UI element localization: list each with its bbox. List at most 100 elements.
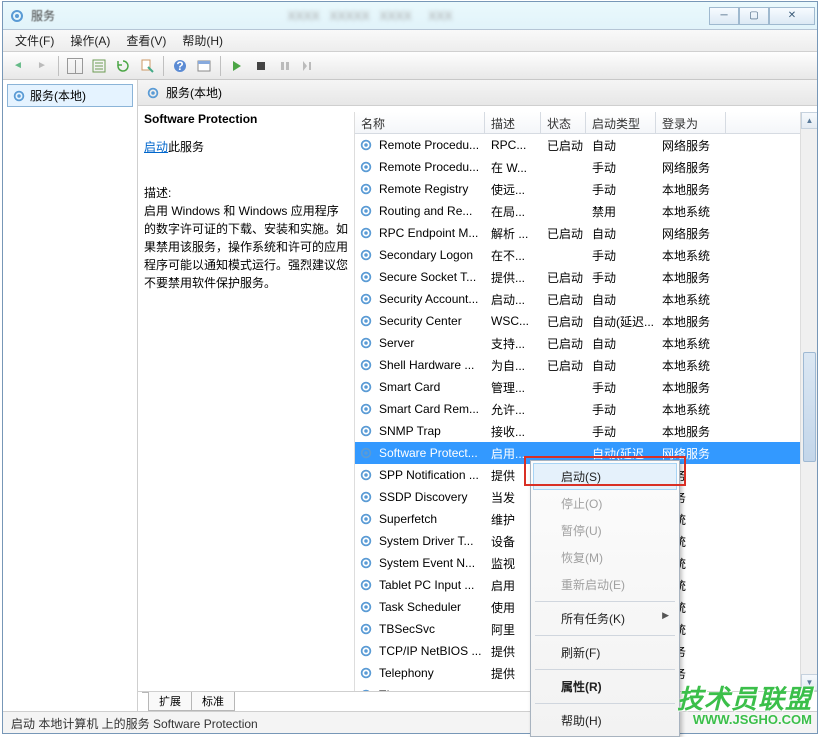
start-service-link[interactable]: 启动 bbox=[144, 140, 168, 154]
close-button[interactable]: ✕ bbox=[769, 7, 815, 25]
cell-logon: 本地系统 bbox=[658, 357, 728, 374]
service-row[interactable]: Routing and Re...在局...禁用本地系统 bbox=[355, 200, 817, 222]
col-status[interactable]: 状态 bbox=[541, 112, 586, 133]
start-service-button[interactable] bbox=[226, 55, 248, 77]
stop-service-button[interactable] bbox=[250, 55, 272, 77]
right-pane: 服务(本地) Software Protection 启动此服务 描述: 启用 … bbox=[138, 80, 817, 711]
export-button[interactable] bbox=[136, 55, 158, 77]
cell-logon: 本地系统 bbox=[658, 401, 728, 418]
cell-desc: 启动... bbox=[487, 291, 543, 308]
service-row[interactable]: Remote Procedu...RPC...已启动自动网络服务 bbox=[355, 134, 817, 156]
svg-text:?: ? bbox=[176, 59, 183, 73]
cell-startup: 自动 bbox=[588, 291, 658, 308]
scroll-up-button[interactable]: ▲ bbox=[801, 112, 817, 129]
tab-extended[interactable]: 扩展 bbox=[148, 692, 192, 711]
context-menu: 启动(S)停止(O)暂停(U)恢复(M)重新启动(E)所有任务(K)刷新(F)属… bbox=[530, 460, 680, 737]
cell-desc: 提供... bbox=[487, 269, 543, 286]
cell-logon: 网络服务 bbox=[658, 137, 728, 154]
menu-item[interactable]: 属性(R) bbox=[533, 673, 677, 700]
watermark: 技术员联盟 WWW.JSGHO.COM bbox=[677, 679, 812, 727]
service-row[interactable]: Remote Registry使远...手动本地服务 bbox=[355, 178, 817, 200]
cell-status: 已启动 bbox=[543, 291, 588, 308]
properties-button[interactable] bbox=[88, 55, 110, 77]
separator bbox=[58, 56, 59, 76]
menu-item: 恢复(M) bbox=[533, 544, 677, 571]
col-logon[interactable]: 登录为 bbox=[656, 112, 726, 133]
menu-bar: 文件(F) 操作(A) 查看(V) 帮助(H) bbox=[3, 30, 817, 52]
col-desc[interactable]: 描述 bbox=[485, 112, 541, 133]
service-row[interactable]: Smart Card管理...手动本地服务 bbox=[355, 376, 817, 398]
titlebar[interactable]: 服务 XXXX XXXXX XXXX XXX ─ ▢ ✕ bbox=[3, 2, 817, 30]
vertical-scrollbar[interactable]: ▲ ▼ bbox=[800, 112, 817, 691]
cell-startup: 手动 bbox=[588, 159, 658, 176]
col-startup[interactable]: 启动类型 bbox=[586, 112, 656, 133]
menu-item[interactable]: 所有任务(K) bbox=[533, 605, 677, 632]
menu-item: 暂停(U) bbox=[533, 517, 677, 544]
blurred-text: XXXX XXXXX XXXX XXX bbox=[288, 9, 453, 23]
cell-name: TI bbox=[375, 688, 487, 691]
cell-name: System Driver T... bbox=[375, 534, 487, 548]
cell-startup: 手动 bbox=[588, 401, 658, 418]
cell-status: 已启动 bbox=[543, 335, 588, 352]
column-headers: 名称 描述 状态 启动类型 登录为 bbox=[355, 112, 817, 134]
show-hide-tree-button[interactable] bbox=[64, 55, 86, 77]
cell-logon: 本地系统 bbox=[658, 203, 728, 220]
tree-item-services[interactable]: 服务(本地) bbox=[7, 84, 133, 107]
service-row[interactable]: Shell Hardware ...为自...已启动自动本地系统 bbox=[355, 354, 817, 376]
cell-status: 已启动 bbox=[543, 137, 588, 154]
restart-service-button[interactable] bbox=[298, 55, 320, 77]
service-row[interactable]: Secondary Logon在不...手动本地系统 bbox=[355, 244, 817, 266]
cell-name: Task Scheduler bbox=[375, 600, 487, 614]
service-row[interactable]: Secure Socket T...提供...已启动手动本地服务 bbox=[355, 266, 817, 288]
minimize-button[interactable]: ─ bbox=[709, 7, 739, 25]
col-name[interactable]: 名称 bbox=[355, 112, 485, 133]
menu-help[interactable]: 帮助(H) bbox=[174, 30, 231, 51]
cell-desc: 支持... bbox=[487, 335, 543, 352]
menu-action[interactable]: 操作(A) bbox=[62, 30, 118, 51]
help-button[interactable]: ? bbox=[169, 55, 191, 77]
cell-startup: 手动 bbox=[588, 423, 658, 440]
cell-logon: 本地系统 bbox=[658, 247, 728, 264]
cell-status: 已启动 bbox=[543, 357, 588, 374]
menu-item[interactable]: 刷新(F) bbox=[533, 639, 677, 666]
pane-header: 服务(本地) bbox=[138, 80, 817, 106]
cell-startup: 手动 bbox=[588, 181, 658, 198]
service-row[interactable]: Security Account...启动...已启动自动本地系统 bbox=[355, 288, 817, 310]
cell-desc: 允许... bbox=[487, 401, 543, 418]
menu-view[interactable]: 查看(V) bbox=[118, 30, 174, 51]
cell-desc: RPC... bbox=[487, 138, 543, 152]
back-button[interactable] bbox=[7, 55, 29, 77]
service-row[interactable]: Smart Card Rem...允许...手动本地系统 bbox=[355, 398, 817, 420]
service-row[interactable]: Server支持...已启动自动本地系统 bbox=[355, 332, 817, 354]
refresh-button[interactable] bbox=[112, 55, 134, 77]
menu-separator bbox=[535, 635, 675, 636]
cell-status: 已启动 bbox=[543, 313, 588, 330]
cell-desc: 接收... bbox=[487, 423, 543, 440]
cell-desc: 为自... bbox=[487, 357, 543, 374]
cell-startup: 自动 bbox=[588, 225, 658, 242]
scroll-thumb[interactable] bbox=[803, 352, 816, 462]
pause-service-button[interactable] bbox=[274, 55, 296, 77]
tab-standard[interactable]: 标准 bbox=[191, 692, 235, 711]
menu-file[interactable]: 文件(F) bbox=[7, 30, 62, 51]
cell-startup: 自动 bbox=[588, 357, 658, 374]
forward-button[interactable] bbox=[31, 55, 53, 77]
maximize-button[interactable]: ▢ bbox=[739, 7, 769, 25]
service-row[interactable]: SNMP Trap接收...手动本地服务 bbox=[355, 420, 817, 442]
cell-startup: 自动 bbox=[588, 137, 658, 154]
gear-icon bbox=[12, 89, 26, 103]
gear-icon bbox=[146, 86, 160, 100]
service-row[interactable]: RPC Endpoint M...解析 ...已启动自动网络服务 bbox=[355, 222, 817, 244]
status-text: 启动 本地计算机 上的服务 Software Protection bbox=[11, 717, 258, 731]
watermark-line2: WWW.JSGHO.COM bbox=[677, 712, 812, 727]
service-row[interactable]: Security CenterWSC...已启动自动(延迟...本地服务 bbox=[355, 310, 817, 332]
menu-item[interactable]: 帮助(H) bbox=[533, 707, 677, 734]
toolbar-icon[interactable] bbox=[193, 55, 215, 77]
tree-item-label: 服务(本地) bbox=[30, 87, 86, 104]
menu-separator bbox=[535, 703, 675, 704]
cell-desc: 管理... bbox=[487, 379, 543, 396]
service-row[interactable]: Remote Procedu...在 W...手动网络服务 bbox=[355, 156, 817, 178]
description-label: 描述: bbox=[144, 184, 350, 202]
menu-item: 重新启动(E) bbox=[533, 571, 677, 598]
cell-name: Secondary Logon bbox=[375, 248, 487, 262]
